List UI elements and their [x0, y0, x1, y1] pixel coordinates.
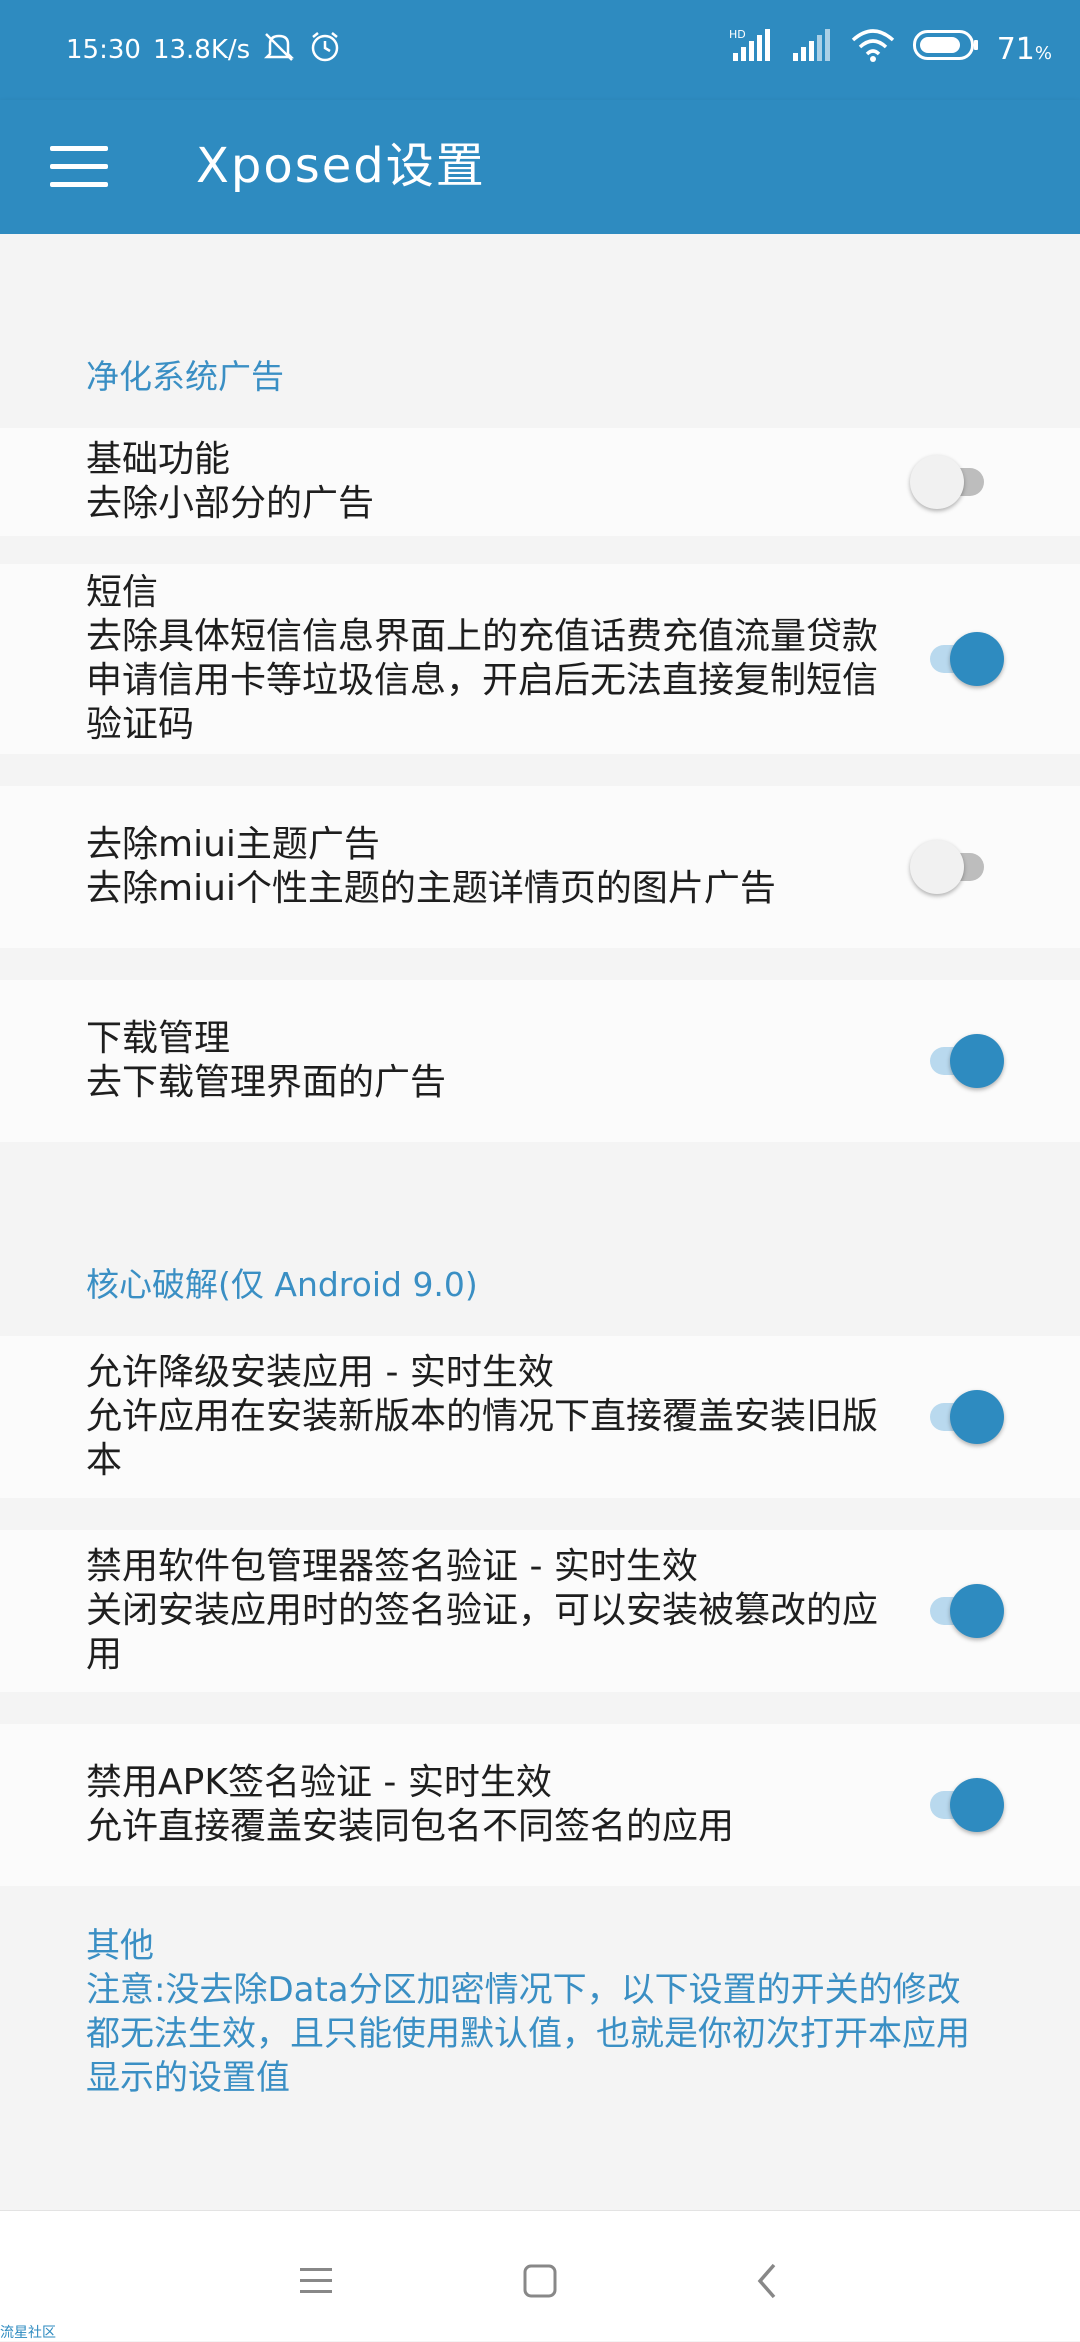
pref-title: 基础功能	[86, 439, 231, 480]
signal-icon	[791, 29, 833, 69]
toggle-sms[interactable]	[914, 632, 1004, 686]
page-title: Xposed设置	[196, 138, 486, 194]
pref-summary: 去下载管理界面的广告	[86, 1062, 447, 1103]
pref-summary: 去除小部分的广告	[86, 483, 375, 524]
pref-title: 禁用软件包管理器签名验证 - 实时生效	[86, 1546, 698, 1587]
battery-icon	[912, 30, 979, 68]
status-bar: 15:30 13.8K/s HD 71%	[0, 0, 1080, 100]
nav-menu-button[interactable]	[276, 2241, 356, 2321]
section-header-ad-cleanup: 净化系统广告	[0, 234, 1080, 426]
toggle-download-manager[interactable]	[914, 1034, 1004, 1088]
pref-download-manager[interactable]: 下载管理 去下载管理界面的广告	[0, 980, 1080, 1142]
pref-summary: 允许直接覆盖安装同包名不同签名的应用	[86, 1806, 735, 1847]
pref-summary: 关闭安装应用时的签名验证，可以安装被篡改的应用	[86, 1590, 879, 1675]
toggle-miui-theme-ads[interactable]	[910, 840, 1000, 894]
section-header-other: 其他 注意:没去除Data分区加密情况下，以下设置的开关的修改都无法生效，且只能…	[0, 1886, 1080, 2210]
toggle-basic-function[interactable]	[910, 455, 1000, 509]
nav-home-button[interactable]	[500, 2241, 580, 2321]
status-right: HD 71%	[729, 24, 1052, 74]
nav-back-button[interactable]	[726, 2241, 806, 2321]
nav-back-icon	[757, 2263, 776, 2299]
app-bar: Xposed设置	[0, 100, 1080, 234]
status-time: 15:30	[66, 35, 141, 65]
battery-level: 71%	[996, 31, 1052, 67]
alarm-icon	[308, 30, 342, 71]
pref-sms[interactable]: 短信 去除具体短信信息界面上的充值话费充值流量贷款申请信用卡等垃圾信息，开启后无…	[0, 564, 1080, 754]
pref-basic-function[interactable]: 基础功能 去除小部分的广告	[0, 428, 1080, 536]
hd-signal-icon: HD	[729, 27, 773, 71]
status-left: 15:30 13.8K/s	[66, 30, 342, 70]
pref-disable-pm-signature[interactable]: 禁用软件包管理器签名验证 - 实时生效 关闭安装应用时的签名验证，可以安装被篡改…	[0, 1530, 1080, 1692]
toggle-disable-pm-signature[interactable]	[914, 1584, 1004, 1638]
pref-summary: 允许应用在安装新版本的情况下直接覆盖安装旧版本	[86, 1396, 879, 1481]
svg-text:HD: HD	[729, 28, 746, 41]
menu-icon	[50, 146, 108, 187]
section-header-core-patch: 核心破解(仅 Android 9.0)	[0, 1142, 1080, 1334]
pref-title: 下载管理	[86, 1018, 231, 1059]
pref-disable-apk-signature[interactable]: 禁用APK签名验证 - 实时生效 允许直接覆盖安装同包名不同签名的应用	[0, 1724, 1080, 1886]
mute-icon	[262, 30, 296, 71]
pref-title: 短信	[86, 572, 159, 613]
watermark-text: 流星社区	[0, 2325, 56, 2341]
section-title-other: 其他	[86, 1926, 154, 1966]
wifi-icon	[851, 28, 895, 70]
navigation-bar	[0, 2210, 1080, 2341]
pref-title: 去除miui主题广告	[86, 824, 380, 865]
status-net-speed: 13.8K/s	[152, 35, 251, 65]
pref-miui-theme-ads[interactable]: 去除miui主题广告 去除miui个性主题的主题详情页的图片广告	[0, 786, 1080, 948]
pref-summary: 去除miui个性主题的主题详情页的图片广告	[86, 868, 776, 909]
preference-list[interactable]: 净化系统广告 基础功能 去除小部分的广告 短信 去除具体短信信息界面上的充值话费…	[0, 234, 1080, 2210]
other-note-text: 注意:没去除Data分区加密情况下，以下设置的开关的修改都无法生效，且只能使用默…	[86, 1970, 970, 2098]
nav-home-icon	[523, 2264, 557, 2298]
nav-menu-icon	[300, 2268, 332, 2293]
toggle-allow-downgrade[interactable]	[914, 1390, 1004, 1444]
pref-title: 禁用APK签名验证 - 实时生效	[86, 1762, 552, 1803]
pref-title: 允许降级安装应用 - 实时生效	[86, 1352, 554, 1393]
toggle-disable-apk-signature[interactable]	[914, 1778, 1004, 1832]
pref-allow-downgrade[interactable]: 允许降级安装应用 - 实时生效 允许应用在安装新版本的情况下直接覆盖安装旧版本	[0, 1336, 1080, 1498]
menu-button[interactable]	[34, 122, 124, 212]
pref-summary: 去除具体短信信息界面上的充值话费充值流量贷款申请信用卡等垃圾信息，开启后无法直接…	[86, 616, 879, 745]
